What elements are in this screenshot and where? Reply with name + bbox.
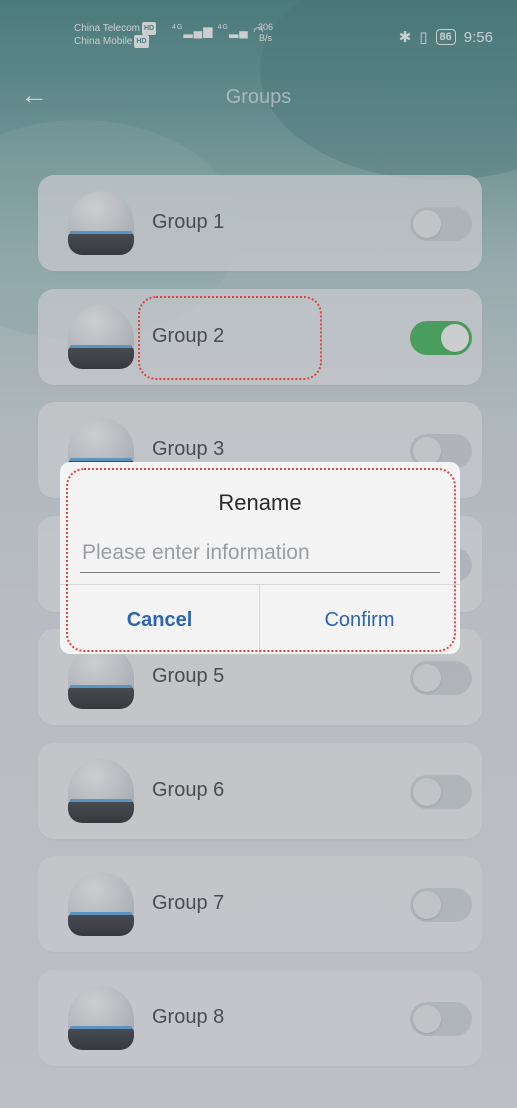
dialog-title: Rename — [218, 490, 302, 515]
cancel-button[interactable]: Cancel — [60, 585, 259, 655]
dialog-button-row: Cancel Confirm — [60, 584, 460, 655]
rename-input[interactable] — [80, 534, 440, 573]
rename-dialog: Rename Cancel Confirm — [60, 462, 460, 655]
annotation-highlight-group-name — [138, 296, 322, 380]
confirm-button[interactable]: Confirm — [260, 585, 459, 655]
